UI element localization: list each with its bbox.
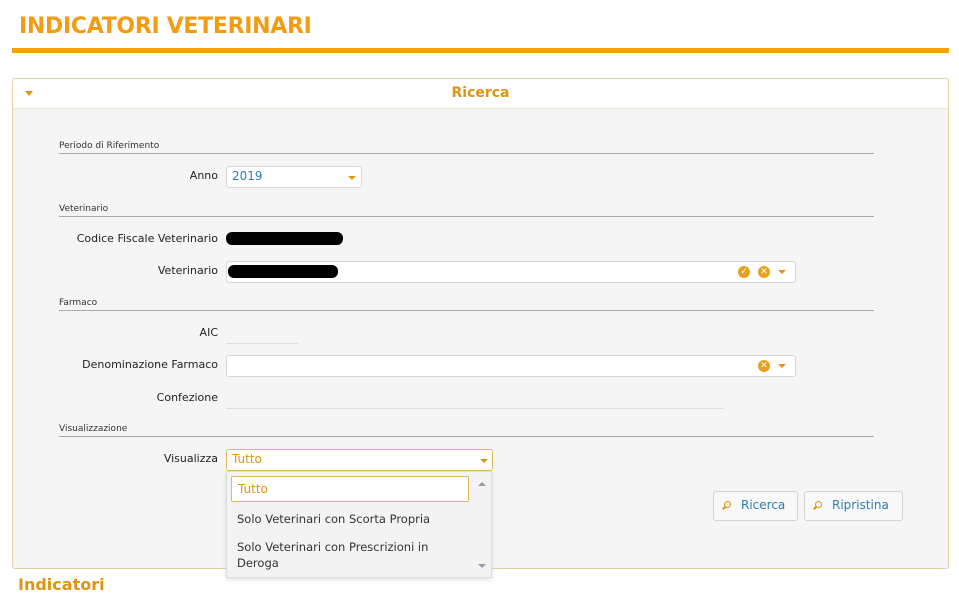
- chevron-down-icon[interactable]: [480, 459, 488, 463]
- chevron-down-icon[interactable]: [778, 364, 786, 368]
- scroll-up-icon[interactable]: [478, 482, 486, 486]
- ricerca-button[interactable]: Ricerca: [713, 491, 798, 521]
- chevron-down-icon[interactable]: [778, 270, 786, 274]
- ripristina-button-label: Ripristina: [832, 498, 889, 512]
- section-view-label: Visualizzazione: [59, 424, 128, 434]
- section-period-label: Periodo di Riferimento: [59, 141, 160, 151]
- search-panel-title: Ricerca: [451, 85, 510, 101]
- section-divider: [59, 310, 874, 311]
- codice-fiscale-label: Codice Fiscale Veterinario: [76, 232, 218, 245]
- aic-input[interactable]: [226, 343, 298, 344]
- denominazione-label: Denominazione Farmaco: [82, 358, 218, 371]
- section-vet-label: Veterinario: [59, 204, 109, 214]
- confezione-label: Confezione: [156, 391, 218, 404]
- dropdown-scrollbar[interactable]: [473, 472, 491, 577]
- section-divider: [59, 216, 874, 217]
- scroll-down-icon[interactable]: [478, 564, 486, 568]
- chevron-down-icon[interactable]: [348, 176, 356, 180]
- search-panel-header[interactable]: Ricerca: [13, 79, 948, 109]
- section-drug-label: Farmaco: [59, 298, 98, 308]
- search-icon: [724, 501, 731, 508]
- page-title: INDICATORI VETERINARI: [19, 14, 312, 39]
- anno-value: 2019: [232, 169, 263, 183]
- aic-label: AIC: [199, 326, 218, 339]
- redacted-veterinario: [228, 265, 338, 278]
- redacted-codice-fiscale: [226, 232, 343, 245]
- visualizza-option-scorta[interactable]: Solo Veterinari con Scorta Propria: [231, 508, 471, 530]
- reset-icon: [815, 501, 822, 508]
- clear-icon[interactable]: ✕: [758, 266, 770, 278]
- visualizza-dropdown: Tutto Solo Veterinari con Scorta Propria…: [226, 471, 492, 578]
- title-underline: [12, 48, 949, 53]
- anno-label: Anno: [189, 169, 218, 182]
- visualizza-option-deroga[interactable]: Solo Veterinari con Prescrizioni in Dero…: [231, 536, 471, 574]
- denominazione-select[interactable]: ✕: [226, 355, 796, 377]
- indicatori-title: Indicatori: [18, 575, 105, 594]
- veterinario-label: Veterinario: [157, 264, 218, 277]
- visualizza-value: Tutto: [232, 452, 262, 466]
- section-divider: [59, 436, 874, 437]
- ricerca-button-label: Ricerca: [741, 498, 786, 512]
- visualizza-filter-input[interactable]: Tutto: [231, 476, 469, 502]
- ripristina-button[interactable]: Ripristina: [804, 491, 903, 521]
- confezione-input[interactable]: [226, 408, 724, 409]
- visualizza-select[interactable]: Tutto: [226, 449, 493, 471]
- section-divider: [59, 153, 874, 154]
- clear-icon[interactable]: ✕: [758, 360, 770, 372]
- anno-select[interactable]: 2019: [226, 166, 362, 188]
- visualizza-label: Visualizza: [163, 452, 218, 465]
- confirm-check-icon[interactable]: ✓: [738, 266, 750, 278]
